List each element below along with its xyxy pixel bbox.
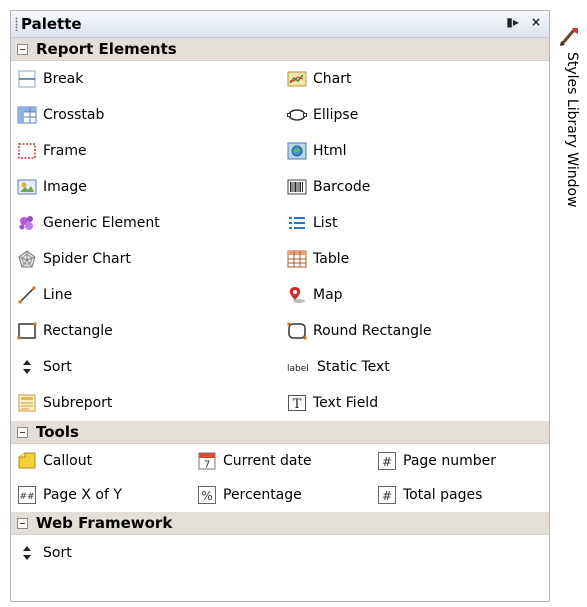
palette-item-table[interactable]: Table: [281, 241, 551, 277]
palette-item-round-rectangle[interactable]: Round Rectangle: [281, 313, 551, 349]
palette-item-image[interactable]: Image: [11, 169, 281, 205]
palette-item-spider-chart[interactable]: Spider Chart: [11, 241, 281, 277]
generic-element-icon: [19, 216, 33, 230]
section-title: Web Framework: [36, 514, 173, 532]
percentage-icon: %: [198, 486, 216, 504]
palette-item-frame[interactable]: Frame: [11, 133, 281, 169]
section-header-tools[interactable]: Tools: [11, 421, 549, 444]
rectangle-icon: [17, 322, 37, 340]
palette-item-ellipse[interactable]: Ellipse: [281, 97, 551, 133]
break-icon: [18, 70, 36, 88]
palette-item-text-field[interactable]: T Text Field: [281, 385, 551, 421]
section-title: Report Elements: [36, 40, 177, 58]
svg-text:##: ##: [19, 492, 34, 502]
palette-item-static-text[interactable]: label Static Text: [281, 349, 551, 385]
chart-icon: [287, 71, 307, 87]
crosstab-icon: [17, 106, 37, 124]
ellipse-icon: [287, 109, 307, 121]
palette-item-percentage[interactable]: % Percentage: [191, 478, 371, 512]
palette-item-callout[interactable]: Callout: [11, 444, 191, 478]
palette-item-web-sort[interactable]: Sort: [11, 535, 281, 571]
palette-item-generic-element[interactable]: Generic Element: [11, 205, 281, 241]
palette-item-barcode[interactable]: Barcode: [281, 169, 551, 205]
palette-titlebar[interactable]: Palette ▮▸ ×: [11, 11, 549, 38]
collapse-icon[interactable]: [17, 43, 28, 55]
callout-icon: [18, 452, 36, 469]
palette-item-list[interactable]: List: [281, 205, 551, 241]
palette-title: Palette: [21, 15, 82, 33]
palette-item-map[interactable]: Map: [281, 277, 551, 313]
section-header-report-elements[interactable]: Report Elements: [11, 38, 549, 61]
current-date-icon: 7: [198, 452, 216, 471]
palette-item-subreport[interactable]: Subreport: [11, 385, 281, 421]
svg-text:7: 7: [204, 460, 210, 471]
svg-text:#: #: [382, 489, 392, 503]
web-framework-grid: Sort: [11, 535, 549, 571]
list-icon: [289, 217, 305, 229]
map-icon: [289, 287, 305, 303]
frame-icon: [18, 143, 36, 159]
total-pages-icon: #: [378, 486, 396, 504]
html-icon: [287, 142, 307, 160]
svg-text:label: label: [287, 364, 309, 374]
palette-item-page-number[interactable]: # Page number: [371, 444, 551, 478]
palette-item-break[interactable]: Break: [11, 61, 281, 97]
section-title: Tools: [36, 423, 79, 441]
subreport-icon: [18, 394, 36, 412]
report-elements-grid: Break Chart Crosstab Ellipse Frame Html …: [11, 61, 549, 421]
table-icon: [287, 250, 307, 268]
line-icon: [18, 286, 36, 304]
palette-item-line[interactable]: Line: [11, 277, 281, 313]
text-field-icon: T: [288, 395, 306, 412]
svg-text:%: %: [201, 489, 212, 503]
palette-panel: Palette ▮▸ × Report Elements Break Chart…: [10, 10, 550, 602]
palette-item-sort[interactable]: Sort: [11, 349, 281, 385]
sort-icon: [23, 360, 31, 374]
palette-item-crosstab[interactable]: Crosstab: [11, 97, 281, 133]
svg-text:T: T: [293, 397, 302, 412]
styles-library-window-tab[interactable]: Styles Library Window: [558, 18, 584, 318]
tools-grid: Callout 7 Current date # Page number ## …: [11, 444, 549, 512]
palette-item-page-x-of-y[interactable]: ## Page X of Y: [11, 478, 191, 512]
grip-handle[interactable]: [15, 17, 18, 31]
minimize-panel-icon[interactable]: ▮▸: [506, 15, 519, 29]
collapse-icon[interactable]: [17, 517, 28, 529]
brush-icon: [560, 28, 578, 46]
palette-item-current-date[interactable]: 7 Current date: [191, 444, 371, 478]
palette-item-total-pages[interactable]: # Total pages: [371, 478, 551, 512]
page-x-of-y-icon: ##: [18, 486, 36, 504]
page-number-icon: #: [378, 452, 396, 470]
image-icon: [17, 179, 37, 195]
sort-icon: [23, 546, 31, 560]
static-text-icon: label: [287, 364, 309, 374]
collapse-icon[interactable]: [17, 426, 28, 438]
svg-text:#: #: [382, 455, 392, 469]
round-rectangle-icon: [287, 322, 307, 340]
section-header-web-framework[interactable]: Web Framework: [11, 512, 549, 535]
palette-item-rectangle[interactable]: Rectangle: [11, 313, 281, 349]
close-icon[interactable]: ×: [531, 15, 541, 29]
spider-chart-icon: [18, 250, 36, 268]
palette-item-html[interactable]: Html: [281, 133, 551, 169]
styles-library-window-label: Styles Library Window: [564, 52, 580, 208]
palette-item-chart[interactable]: Chart: [281, 61, 551, 97]
barcode-icon: [287, 179, 307, 195]
